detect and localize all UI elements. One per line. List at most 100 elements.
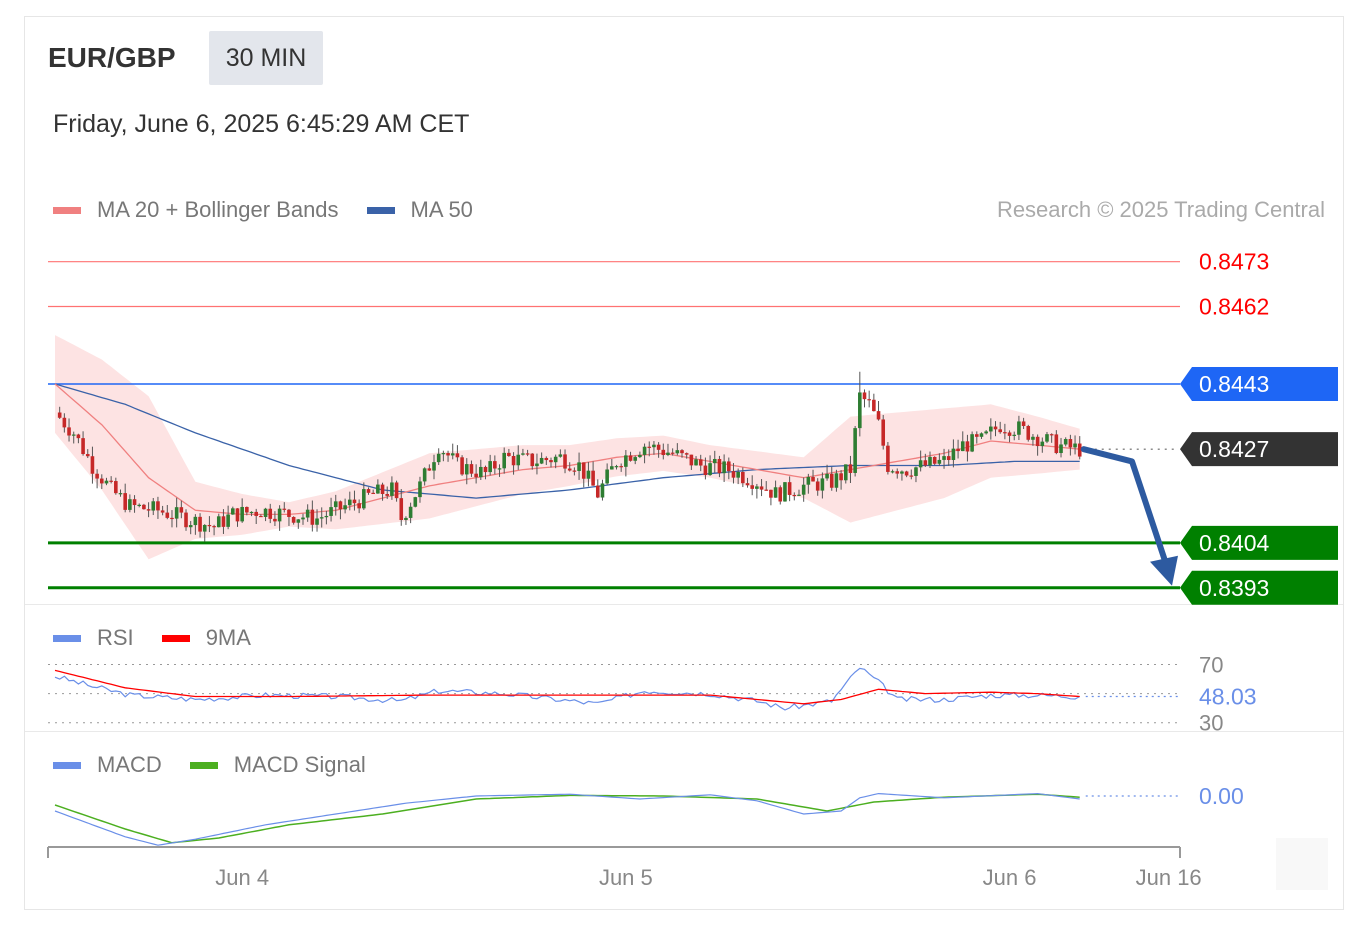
- level-label-0.8443: 0.8443: [1199, 371, 1269, 397]
- candle-body: [783, 482, 787, 502]
- candle-body: [146, 509, 151, 511]
- candle-body: [881, 419, 886, 446]
- candle-body: [858, 392, 862, 429]
- x-tick-label: Jun 4: [215, 865, 269, 890]
- candle-body: [932, 456, 937, 464]
- candle-body: [315, 518, 319, 525]
- candle-body: [408, 506, 413, 518]
- candle-body: [254, 511, 259, 516]
- candle-body: [132, 499, 137, 506]
- candle-body: [493, 461, 497, 469]
- candle-body: [259, 515, 263, 518]
- chart-svg[interactable]: 0.8473 0.8462 0.8443 0.8427 0.8404 0.8393 70 30…: [0, 0, 1362, 926]
- candle-body: [436, 453, 441, 463]
- candle-body: [1073, 443, 1077, 448]
- candle-body: [843, 464, 848, 481]
- candle-body: [231, 508, 235, 515]
- candle-body: [184, 512, 188, 528]
- candle-body: [872, 399, 876, 412]
- candle-body: [221, 516, 226, 527]
- candle-body: [488, 461, 492, 473]
- candle-body: [507, 452, 511, 456]
- candle-body: [801, 484, 806, 495]
- candle-body: [277, 508, 282, 522]
- candle-body: [928, 456, 932, 466]
- candle-body: [483, 466, 488, 473]
- candle-body: [1003, 432, 1007, 434]
- candle-body: [502, 452, 506, 469]
- level-label-0.8427: 0.8427: [1199, 436, 1269, 462]
- candle-body: [394, 482, 399, 499]
- candle-body: [965, 441, 970, 452]
- candle-body: [193, 516, 198, 526]
- candle-body: [57, 412, 62, 418]
- candle-body: [85, 454, 90, 457]
- candle-body: [128, 499, 132, 510]
- candle-body: [886, 445, 890, 472]
- candle-body: [530, 453, 535, 467]
- candle-body: [464, 464, 469, 475]
- candle-body: [156, 501, 160, 511]
- candle-body: [380, 484, 385, 495]
- candle-body: [614, 466, 619, 468]
- candle-body: [263, 508, 268, 517]
- candle-body: [698, 459, 703, 466]
- candle-body: [876, 411, 881, 420]
- candle-body: [399, 498, 404, 520]
- candle-body: [291, 516, 296, 523]
- candle-body: [815, 481, 820, 491]
- candle-body: [605, 469, 609, 484]
- candle-body: [301, 517, 305, 520]
- candle-body: [296, 519, 301, 523]
- candle-body: [413, 497, 418, 507]
- candle-body: [741, 471, 745, 484]
- candle-body: [633, 457, 638, 461]
- candle-body: [137, 504, 142, 507]
- candle-body: [174, 507, 179, 519]
- macd-line: [54, 792, 1080, 846]
- candle-body: [67, 427, 71, 436]
- candle-body: [516, 454, 521, 466]
- candle-body: [287, 509, 291, 517]
- candle-body: [853, 428, 857, 473]
- candle-body: [1040, 441, 1045, 447]
- candle-body: [1045, 434, 1049, 442]
- candle-body: [333, 501, 338, 508]
- candle-body: [661, 449, 666, 456]
- candle-body: [371, 492, 375, 495]
- candle-body: [675, 450, 680, 454]
- candle-body: [273, 518, 277, 522]
- candle-body: [160, 510, 165, 513]
- candle-body: [376, 484, 380, 494]
- rsi-last-value: 48.03: [1199, 684, 1257, 710]
- candle-body: [235, 508, 240, 522]
- candle-body: [600, 483, 605, 498]
- candle-body: [216, 516, 221, 528]
- candle-body: [170, 517, 174, 520]
- corner-control[interactable]: [1276, 838, 1328, 890]
- candle-body: [895, 471, 900, 474]
- candle-body: [834, 473, 839, 488]
- candle-body: [918, 460, 923, 468]
- candle-body: [610, 466, 614, 470]
- candle-body: [773, 487, 778, 498]
- x-tick-label: Jun 5: [599, 865, 653, 890]
- candle-body: [109, 480, 113, 482]
- candle-body: [62, 417, 67, 428]
- candle-body: [118, 493, 123, 495]
- candle-body: [1068, 439, 1073, 448]
- candle-body: [1007, 432, 1012, 436]
- candle-body: [142, 504, 146, 510]
- candle-body: [960, 441, 965, 452]
- candle-body: [422, 468, 427, 482]
- x-tick-label: Jun 6: [983, 865, 1037, 890]
- candle-body: [942, 456, 946, 460]
- candle-body: [450, 453, 455, 456]
- candle-body: [792, 494, 797, 497]
- candle-body: [202, 524, 207, 532]
- candle-body: [329, 507, 333, 516]
- candle-body: [446, 453, 450, 456]
- candle-body: [989, 426, 993, 432]
- candle-body: [427, 468, 432, 471]
- candle-body: [628, 455, 633, 461]
